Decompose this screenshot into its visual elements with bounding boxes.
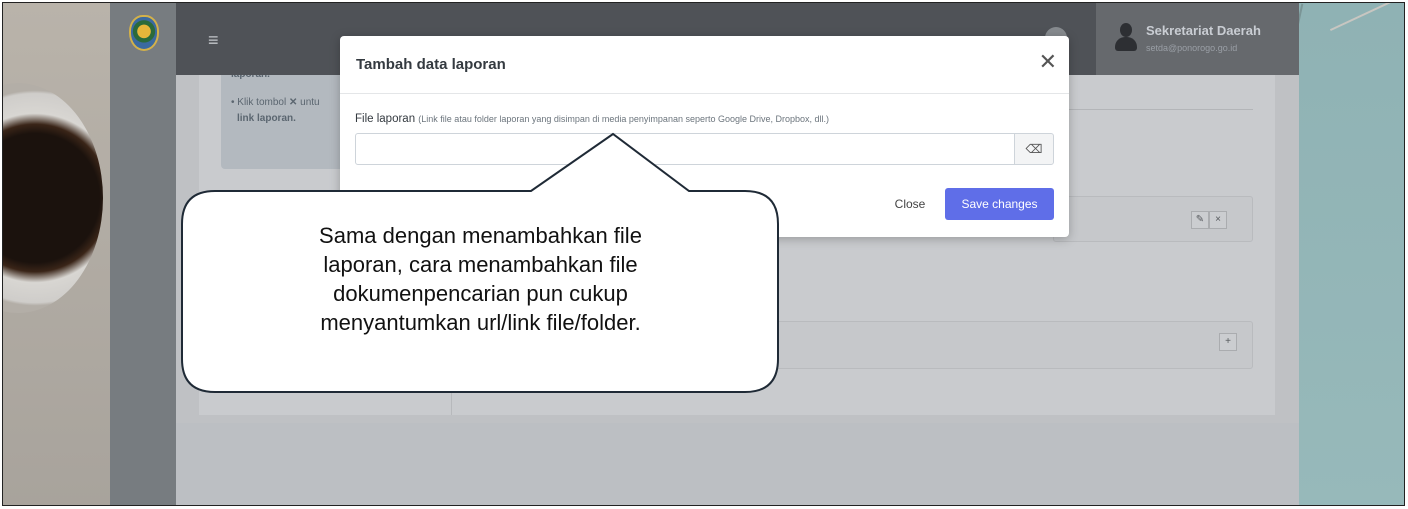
callout-text: Sama dengan menambahkan file laporan, ca… [193,221,768,337]
callout-line-1: Sama dengan menambahkan file [319,223,642,248]
callout-line-3: dokumenpencarian pun cukup [333,281,628,306]
callout-line-2: laporan, cara menambahkan file [323,252,638,277]
callout-line-4: menyantumkan url/link file/folder. [320,310,641,335]
screenshot-frame: laporan. • Klik tombol ✕ untu link lapor… [2,2,1405,506]
